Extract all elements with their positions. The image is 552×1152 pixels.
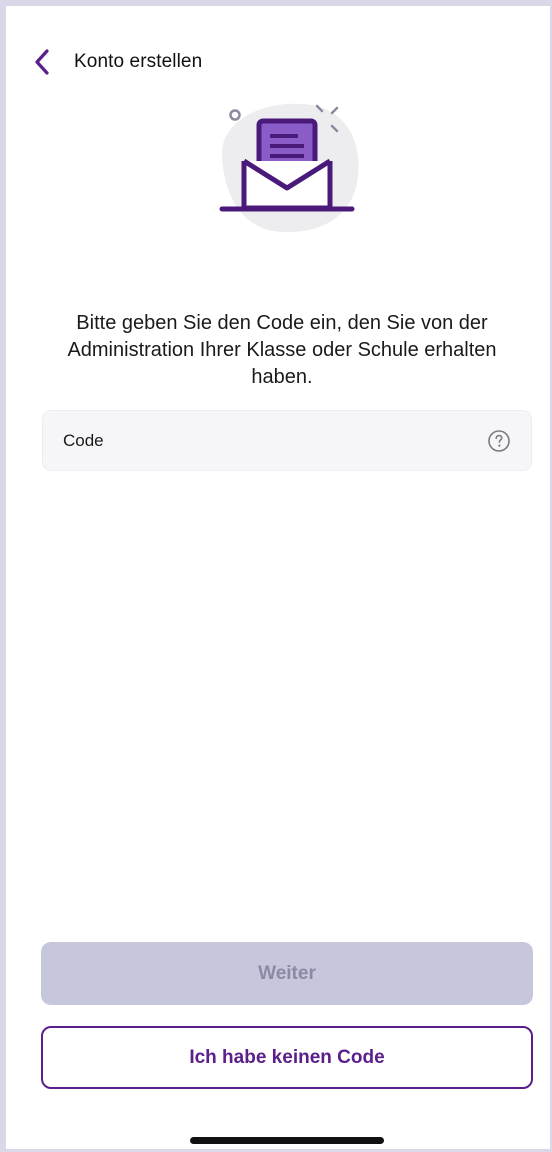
no-code-button[interactable]: Ich habe keinen Code xyxy=(41,1026,533,1089)
envelope-illustration xyxy=(202,96,372,246)
code-input-field[interactable]: Code xyxy=(42,410,532,471)
open-envelope-letter-icon xyxy=(219,103,359,233)
back-button[interactable] xyxy=(34,44,64,80)
page-title: Konto erstellen xyxy=(74,51,203,72)
chevron-left-icon xyxy=(35,49,49,75)
navigation-header: Konto erstellen xyxy=(34,44,202,80)
code-field-label: Code xyxy=(63,430,104,450)
help-button[interactable] xyxy=(487,429,511,453)
continue-button[interactable]: Weiter xyxy=(41,942,533,1005)
instruction-text: Bitte geben Sie den Code ein, den Sie vo… xyxy=(67,312,497,388)
app-screen: Konto erstellen Bitte geben Sie den Code… xyxy=(0,0,552,1152)
question-circle-icon xyxy=(488,429,510,452)
home-indicator xyxy=(190,1137,384,1144)
